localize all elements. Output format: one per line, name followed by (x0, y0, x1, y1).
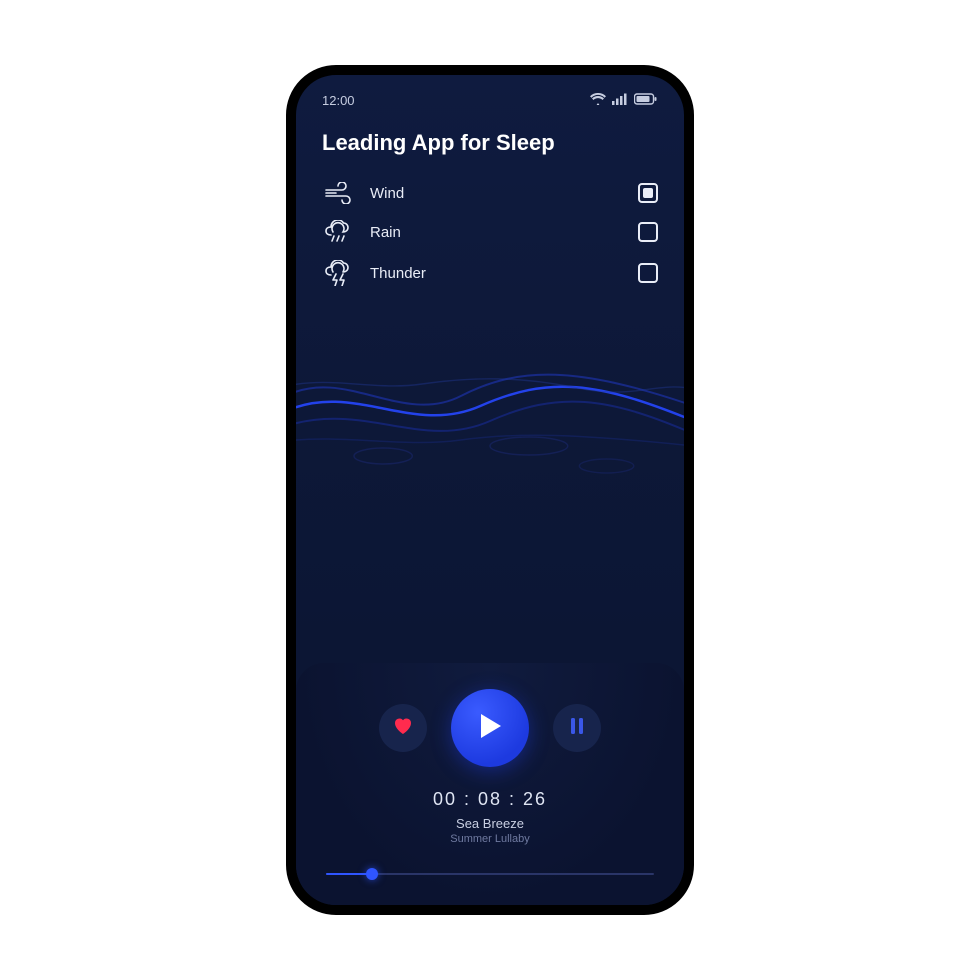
sound-item-rain[interactable]: Rain (322, 220, 658, 244)
wave-illustration (296, 286, 684, 683)
sound-list: Wind Rain T (296, 182, 684, 286)
play-button[interactable] (451, 689, 529, 767)
phone-frame: 12:00 Leading App for Sleep (286, 65, 694, 915)
sound-label: Rain (370, 224, 624, 241)
player-controls (320, 689, 660, 767)
sound-item-thunder[interactable]: Thunder (322, 260, 658, 286)
sound-item-wind[interactable]: Wind (322, 182, 658, 204)
sound-label: Wind (370, 185, 624, 202)
sound-label: Thunder (370, 265, 624, 282)
status-icons (590, 93, 658, 108)
heart-icon (393, 717, 413, 740)
thunder-icon (322, 260, 356, 286)
playback-timer: 00 : 08 : 26 (320, 789, 660, 810)
status-time: 12:00 (322, 93, 355, 108)
play-icon (477, 712, 503, 745)
pause-icon (569, 717, 585, 740)
player-panel: 00 : 08 : 26 Sea Breeze Summer Lullaby (296, 663, 684, 905)
page-title: Leading App for Sleep (296, 116, 684, 182)
track-subtitle: Summer Lullaby (320, 833, 660, 845)
rain-icon (322, 220, 356, 244)
signal-icon (612, 93, 628, 108)
progress-bar[interactable] (326, 869, 654, 879)
pause-button[interactable] (553, 704, 601, 752)
checkbox[interactable] (638, 222, 658, 242)
checkbox[interactable] (638, 263, 658, 283)
wind-icon (322, 182, 356, 204)
track-title: Sea Breeze (320, 816, 660, 831)
status-bar: 12:00 (296, 75, 684, 116)
checkbox[interactable] (638, 183, 658, 203)
wifi-icon (590, 93, 606, 108)
like-button[interactable] (379, 704, 427, 752)
progress-knob[interactable] (366, 868, 378, 880)
battery-icon (634, 93, 658, 108)
